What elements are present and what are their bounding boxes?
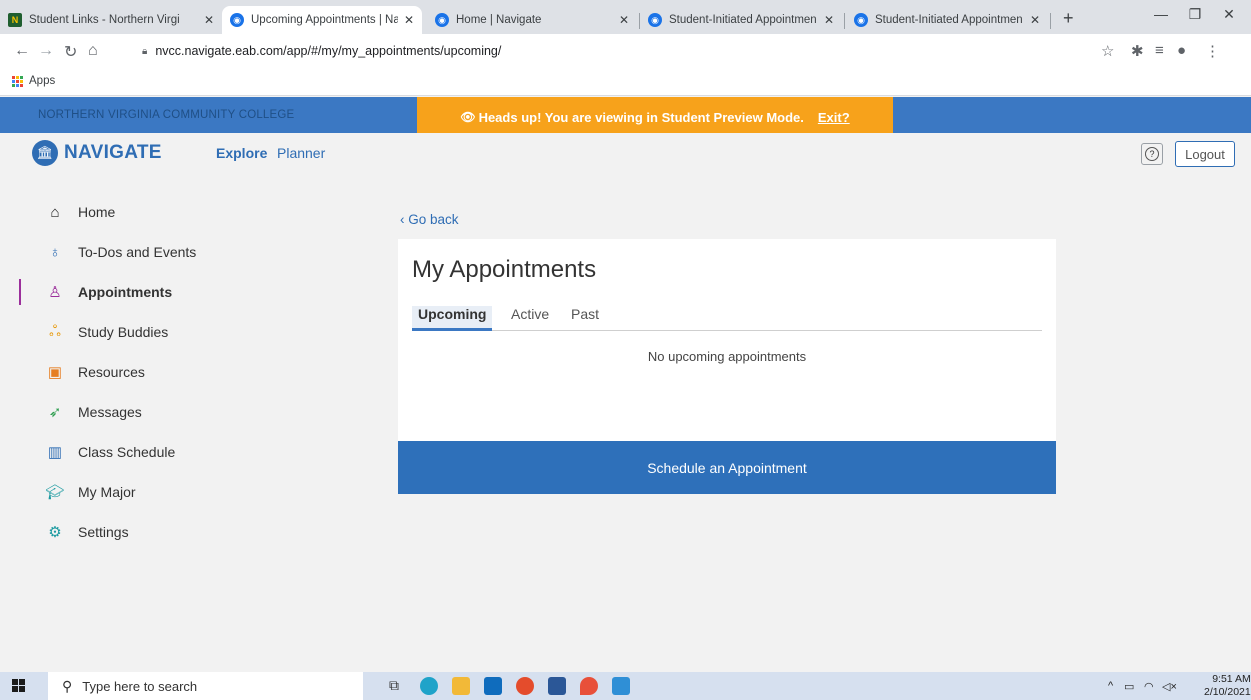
minimize-icon[interactable]: — [1146,6,1176,22]
page-title: My Appointments [412,256,597,283]
navigate-logo-icon: 🏛︎ [32,140,58,166]
taskbar-search[interactable]: ⚲ Type here to search [48,672,363,700]
word-icon[interactable] [548,677,566,695]
navigate-favicon-icon: ◉ [435,13,449,27]
clock-time: 9:51 AM [1212,673,1251,685]
new-tab-icon[interactable]: + [1063,8,1074,29]
browser-tab[interactable]: ◉ Home | Navigate ✕ [427,6,637,34]
sidebar-item-todos[interactable]: ♁ To-Dos and Events [0,235,320,269]
tab-separator [844,13,845,29]
windows-start-icon[interactable] [12,679,25,692]
sidebar-item-study-buddies[interactable]: ஃ Study Buddies [0,315,320,349]
exit-preview-link[interactable]: Exit? [818,110,850,125]
sidebar-item-my-major[interactable]: 🎓︎ My Major [0,475,320,509]
tab-past[interactable]: Past [565,306,605,331]
sidebar-item-class-schedule[interactable]: ▥ Class Schedule [0,435,320,469]
file-explorer-icon[interactable] [452,677,470,695]
tab-upcoming[interactable]: Upcoming [412,306,493,331]
lock-icon: 🔒︎ [142,45,148,57]
navigate-favicon-icon: ◉ [230,13,244,27]
browser-tab[interactable]: ◉ Student-Initiated Appointmen ✕ [846,6,1048,34]
task-view-icon[interactable]: ⧉ [389,677,407,695]
help-button[interactable]: ? [1141,143,1163,165]
back-arrow-icon[interactable]: ← [14,42,30,60]
outlook-icon[interactable] [484,677,502,695]
home-icon: ⌂ [50,203,60,221]
tab-separator [1050,13,1051,29]
logout-button[interactable]: Logout [1175,141,1235,167]
empty-state-message: No upcoming appointments [647,349,807,364]
system-clock[interactable]: 9:51 AM 2/10/2021 [1204,673,1251,699]
sidebar-item-settings[interactable]: ⚙ Settings [0,515,320,549]
bookmark-star-icon[interactable]: ☆ [1101,42,1114,60]
browser-tab-strip: N Student Links - Northern Virgi ✕ ◉ Upc… [0,0,1251,34]
close-tab-icon[interactable]: ✕ [404,13,414,27]
schedule-appointment-button[interactable]: Schedule an Appointment [398,441,1056,494]
chrome-icon[interactable] [516,677,534,695]
preview-mode-banner: 👁︎ Heads up! You are viewing in Student … [417,97,893,137]
paper-plane-icon: ➶ [48,404,62,421]
photos-icon[interactable] [612,677,630,695]
apple-icon: ♁ [49,243,61,261]
browser-tab[interactable]: ◉ Student-Initiated Appointmen ✕ [640,6,842,34]
reload-icon[interactable]: ↻ [64,42,77,62]
clock-date: 2/10/2021 [1204,686,1251,698]
navigate-favicon-icon: ◉ [854,13,868,27]
app-header: 🏛︎ NAVIGATE Explore Planner ? Logout [0,133,1251,175]
bookmarks-bar: Apps [0,70,1251,96]
tray-chevron-icon[interactable]: ^ [1108,680,1113,692]
navigate-logo[interactable]: 🏛︎ NAVIGATE [32,140,162,166]
nvcc-favicon-icon: N [8,13,22,27]
help-icon: ? [1145,147,1159,161]
navigate-favicon-icon: ◉ [648,13,662,27]
browser-tab[interactable]: N Student Links - Northern Virgi ✕ [0,6,222,34]
banner-text: Heads up! You are viewing in Student Pre… [478,109,804,125]
close-window-icon[interactable]: ✕ [1214,6,1244,23]
person-icon: ♙ [48,284,62,301]
search-icon: ⚲ [62,677,73,694]
gear-icon: ⚙ [48,524,62,541]
college-name: NORTHERN VIRGINIA COMMUNITY COLLEGE [38,109,295,121]
profile-icon[interactable]: ● [1177,42,1186,59]
extensions-icon[interactable]: ✱ [1131,42,1144,60]
sidebar-item-messages[interactable]: ➶ Messages [0,395,320,429]
group-icon: ஃ [49,322,61,340]
eye-icon: 👁︎ [460,110,476,124]
book-icon: ▥ [47,444,63,461]
battery-icon[interactable]: ▭ [1124,680,1134,693]
contact-card-icon: ▣ [47,364,63,381]
tab-active[interactable]: Active [505,306,555,331]
close-tab-icon[interactable]: ✕ [1030,13,1040,27]
browser-toolbar: ← → ↻ ⌂ 🔒︎ nvcc.navigate.eab.com/app/#/m… [0,34,1251,70]
go-back-link[interactable]: ‹ Go back [400,212,459,227]
home-browser-icon[interactable]: ⌂ [88,42,98,60]
close-tab-icon[interactable]: ✕ [824,13,834,27]
wifi-icon[interactable]: ◠ [1144,680,1154,693]
nav-explore-link[interactable]: Explore [216,145,267,161]
nav-planner-link[interactable]: Planner [277,145,325,161]
windows-taskbar: ⚲ Type here to search ⧉ ^ ▭ ◠ ◁× 9:51 AM… [0,672,1251,700]
forward-arrow-icon[interactable]: → [38,42,54,60]
close-tab-icon[interactable]: ✕ [204,13,214,27]
sidebar-item-resources[interactable]: ▣ Resources [0,355,320,389]
url-text: nvcc.navigate.eab.com/app/#/my/my_appoin… [155,44,502,58]
chevron-left-icon: ‹ [400,212,405,227]
edge-icon[interactable] [420,677,438,695]
active-indicator [19,279,21,305]
close-tab-icon[interactable]: ✕ [619,13,629,27]
apps-bookmark[interactable]: Apps [12,75,55,87]
apps-grid-icon [12,75,23,87]
address-bar[interactable]: 🔒︎ nvcc.navigate.eab.com/app/#/my/my_app… [142,39,501,63]
graduation-cap-icon: 🎓︎ [45,484,65,501]
sidebar-item-home[interactable]: ⌂ Home [0,195,320,229]
appointments-card: My Appointments Upcoming Active Past No … [398,239,1056,441]
sidebar-item-appointments[interactable]: ♙ Appointments [0,275,320,309]
reading-list-icon[interactable]: ≡ [1155,42,1164,59]
volume-icon[interactable]: ◁× [1162,680,1177,693]
browser-tab-active[interactable]: ◉ Upcoming Appointments | Na ✕ [222,6,422,34]
paint-icon[interactable] [580,677,598,695]
appointment-tabs: Upcoming Active Past [412,303,1042,331]
restore-icon[interactable]: ❐ [1180,6,1210,23]
menu-dots-icon[interactable]: ⋮ [1205,42,1220,60]
